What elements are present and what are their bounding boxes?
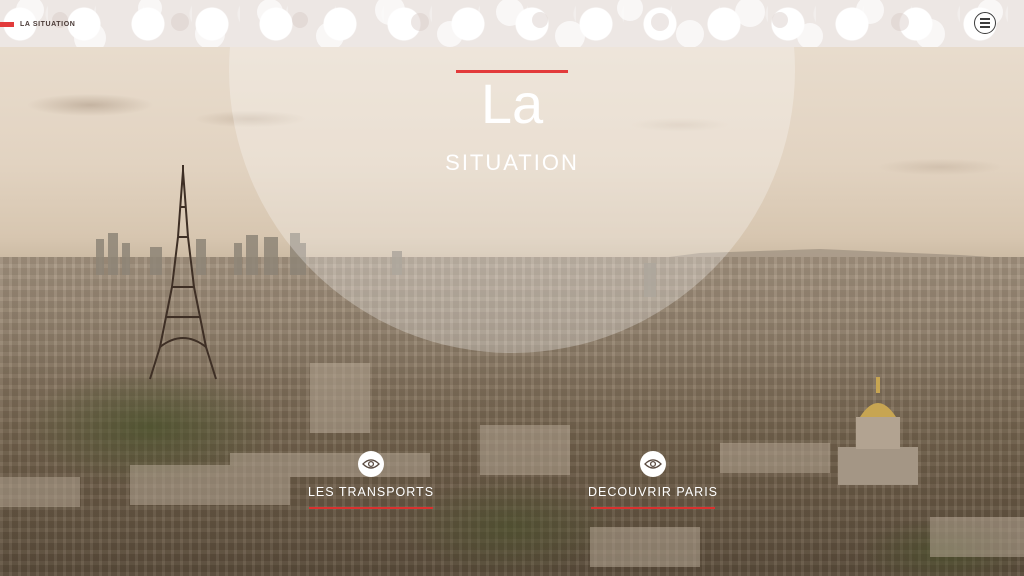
eye-icon[interactable]	[640, 451, 666, 477]
page-title: La	[480, 72, 544, 135]
decouvrir-paris-label[interactable]: DECOUVRIR PARIS	[578, 485, 728, 499]
page-subtitle: SITUATION	[445, 150, 579, 175]
menu-line	[980, 22, 990, 24]
invalides-dome	[838, 377, 918, 485]
hamburger-menu-icon[interactable]	[974, 12, 996, 34]
top-header: LA SITUATION	[0, 0, 1024, 47]
decorative-pattern	[16, 0, 1003, 47]
accent-bar	[0, 21, 14, 27]
les-transports-link[interactable]: LES TRANSPORTS	[296, 451, 446, 509]
les-transports-label[interactable]: LES TRANSPORTS	[296, 485, 446, 499]
link-underline	[309, 507, 433, 509]
section-tag-label: LA SITUATION	[20, 20, 76, 28]
eye-icon[interactable]	[358, 451, 384, 477]
link-underline	[591, 507, 715, 509]
section-tag: LA SITUATION	[0, 20, 75, 28]
menu-line	[980, 26, 990, 28]
menu-line	[980, 18, 990, 20]
decouvrir-paris-link[interactable]: DECOUVRIR PARIS	[578, 451, 728, 509]
